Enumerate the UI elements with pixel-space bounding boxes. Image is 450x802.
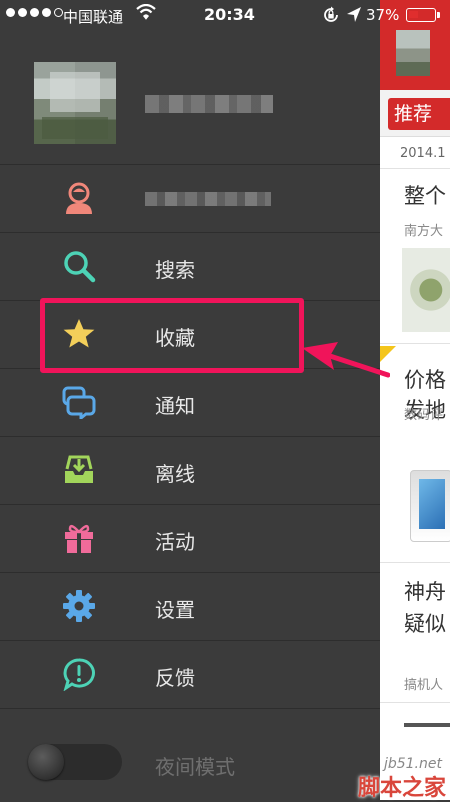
battery-icon [406,8,436,22]
divider [380,562,450,563]
feed-date: 2014.1 [400,146,446,161]
signal-dots-icon [6,8,63,17]
battery-percent: 37% [366,6,400,24]
menu-label-settings: 设置 [155,598,195,622]
annotation-arrow-icon [302,342,390,378]
search-icon [64,251,96,283]
menu-label-events: 活动 [155,530,195,554]
divider [380,168,450,169]
menu-item-search[interactable]: 搜索 [0,233,380,301]
header-avatar[interactable] [396,30,430,76]
divider [380,702,450,703]
username-blurred [145,95,273,113]
avatar[interactable] [34,62,116,144]
article-source: 南方大 [404,224,444,239]
gift-icon [65,524,93,553]
night-mode-label: 夜间模式 [155,755,235,779]
watermark-text: 脚本之家 [357,776,446,801]
content-tabs: 推荐 [380,90,450,137]
menu-item-feedback[interactable]: 反馈 [0,641,380,709]
profile-name-blurred [145,192,271,206]
carrier-name: 中国联通 [63,8,124,26]
night-mode-toggle[interactable] [28,744,122,780]
orientation-lock-icon [324,6,338,22]
divider [380,343,450,344]
favorites-highlight-box [40,298,304,373]
battery-tip [437,12,440,18]
article-thumbnail[interactable] [410,470,450,542]
article-title-line2[interactable]: 疑似 [404,608,446,638]
menu-item-settings[interactable]: 设置 [0,573,380,641]
tab-recommended[interactable]: 推荐 [388,98,450,130]
drawer-menu: 搜索 收藏 通知 离线 活动 设置 反馈 [0,165,380,709]
side-drawer: 搜索 收藏 通知 离线 活动 设置 反馈 夜间模式 [0,0,380,800]
article-source: 数码评 [404,408,444,423]
location-arrow-icon [347,7,361,22]
article-thumbnail[interactable] [402,248,450,332]
wifi-icon [136,4,156,20]
status-bar: 中国联通 20:34 37% [0,0,450,30]
night-mode-row: 夜间模式 [0,730,380,800]
menu-label-offline: 离线 [155,462,195,486]
menu-item-offline[interactable]: 离线 [0,437,380,505]
menu-label-notifications: 通知 [155,394,195,418]
menu-item-profile[interactable] [0,165,380,233]
article-source: 搞机人 [404,678,444,693]
article-title[interactable]: 整个 [404,180,446,210]
chat-bubbles-icon [62,386,96,419]
person-icon [66,182,92,214]
main-content-peek[interactable]: 推荐 2014.1 整个 南方大 价格 发地 数码评 神舟 疑似 搞机人 [380,0,450,800]
menu-label-feedback: 反馈 [155,666,195,690]
exclamation-bubble-icon [63,658,95,691]
menu-item-events[interactable]: 活动 [0,505,380,573]
menu-label-search: 搜索 [155,258,195,282]
download-tray-icon [65,455,93,483]
gear-icon [63,590,95,622]
toggle-knob[interactable] [28,744,64,780]
watermark: jb51.net 脚本之家 [326,750,450,801]
profile-header[interactable] [0,30,380,165]
next-article-bar [404,723,450,727]
article-title[interactable]: 价格 [404,364,446,394]
clock: 20:34 [204,5,255,24]
article-title[interactable]: 神舟 [404,576,446,606]
